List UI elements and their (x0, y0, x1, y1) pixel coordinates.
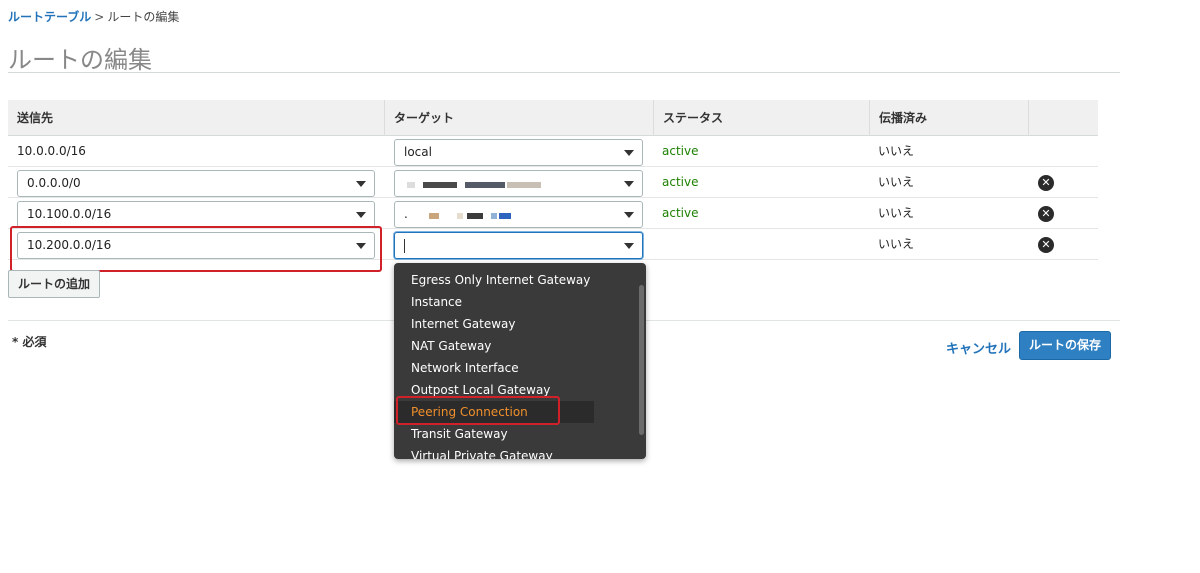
add-route-button[interactable]: ルートの追加 (8, 270, 101, 298)
target-select[interactable]: local (394, 139, 643, 166)
target-select[interactable]: . (394, 201, 643, 228)
required-note: * 必須 (12, 335, 47, 349)
text-cursor (404, 239, 405, 253)
redacted-text (407, 182, 415, 188)
table-row: 10.100.0.0/16 . active いいえ ✕ (8, 198, 1098, 229)
redacted-text (491, 213, 497, 219)
destination-select[interactable]: 10.100.0.0/16 (17, 201, 375, 228)
header-destination: 送信先 (17, 111, 54, 125)
status-value: active (662, 144, 699, 158)
target-select[interactable] (394, 232, 643, 259)
redacted-text (507, 182, 541, 188)
destination-value: 10.0.0.0/16 (17, 144, 86, 158)
chevron-down-icon (624, 243, 634, 249)
status-value: active (662, 175, 699, 189)
routes-table: 送信先 ターゲット ステータス 伝播済み 10.0.0.0/16 local a… (8, 100, 1098, 260)
table-row: 10.0.0.0/16 local active いいえ (8, 136, 1098, 167)
breadcrumb-route-tables-link[interactable]: ルートテーブル (8, 10, 91, 24)
target-value: local (404, 145, 432, 159)
chevron-down-icon (356, 243, 366, 249)
status-value: active (662, 206, 699, 220)
chevron-down-icon (624, 150, 634, 156)
header-status: ステータス (653, 100, 723, 136)
remove-route-icon[interactable]: ✕ (1038, 206, 1054, 222)
dropdown-options: Egress Only Internet Gateway Instance In… (394, 269, 634, 459)
save-routes-button[interactable]: ルートの保存 (1019, 331, 1111, 360)
redacted-text (499, 213, 511, 219)
title-divider (8, 72, 1120, 73)
chevron-down-icon (356, 181, 366, 187)
destination-select[interactable]: 10.200.0.0/16 (17, 232, 375, 259)
target-select[interactable] (394, 170, 643, 197)
page-title: ルートの編集 (8, 46, 152, 74)
header-target: ターゲット (384, 100, 454, 136)
breadcrumb-separator: > (94, 10, 105, 24)
header-actions (1028, 100, 1098, 136)
redacted-text (467, 213, 483, 219)
chevron-down-icon (624, 181, 634, 187)
chevron-down-icon (356, 212, 366, 218)
option-peering-connection[interactable]: Peering Connection (394, 401, 594, 423)
option-virtual-private-gateway[interactable]: Virtual Private Gateway (394, 445, 634, 459)
propagated-value: いいえ (878, 175, 915, 189)
redacted-text (457, 213, 463, 219)
dropdown-scrollbar[interactable] (639, 285, 644, 435)
destination-value: 10.100.0.0/16 (27, 207, 112, 221)
breadcrumb: ルートテーブル > ルートの編集 (8, 8, 179, 25)
propagated-value: いいえ (878, 144, 915, 158)
target-dropdown-menu: Egress Only Internet Gateway Instance In… (394, 263, 646, 459)
option-outpost-local-gateway[interactable]: Outpost Local Gateway (394, 379, 634, 401)
table-row: 0.0.0.0/0 active いいえ ✕ (8, 167, 1098, 198)
cancel-button[interactable]: キャンセル (946, 338, 1011, 357)
propagated-value: いいえ (878, 237, 915, 251)
target-value: . (404, 207, 408, 221)
breadcrumb-current: ルートの編集 (107, 10, 180, 24)
option-egress-only-internet-gateway[interactable]: Egress Only Internet Gateway (394, 269, 634, 291)
redacted-text (465, 182, 505, 188)
chevron-down-icon (624, 212, 634, 218)
table-header: 送信先 ターゲット ステータス 伝播済み (8, 100, 1098, 136)
destination-value: 0.0.0.0/0 (27, 176, 81, 190)
remove-route-icon[interactable]: ✕ (1038, 237, 1054, 253)
header-propagated: 伝播済み (869, 100, 927, 136)
remove-route-icon[interactable]: ✕ (1038, 175, 1054, 191)
option-network-interface[interactable]: Network Interface (394, 357, 634, 379)
option-nat-gateway[interactable]: NAT Gateway (394, 335, 634, 357)
destination-value: 10.200.0.0/16 (27, 238, 112, 252)
redacted-text (429, 213, 439, 219)
table-row: 10.200.0.0/16 いいえ ✕ (8, 229, 1098, 260)
redacted-text (423, 182, 457, 188)
option-transit-gateway[interactable]: Transit Gateway (394, 423, 634, 445)
option-instance[interactable]: Instance (394, 291, 634, 313)
destination-select[interactable]: 0.0.0.0/0 (17, 170, 375, 197)
propagated-value: いいえ (878, 206, 915, 220)
option-internet-gateway[interactable]: Internet Gateway (394, 313, 634, 335)
